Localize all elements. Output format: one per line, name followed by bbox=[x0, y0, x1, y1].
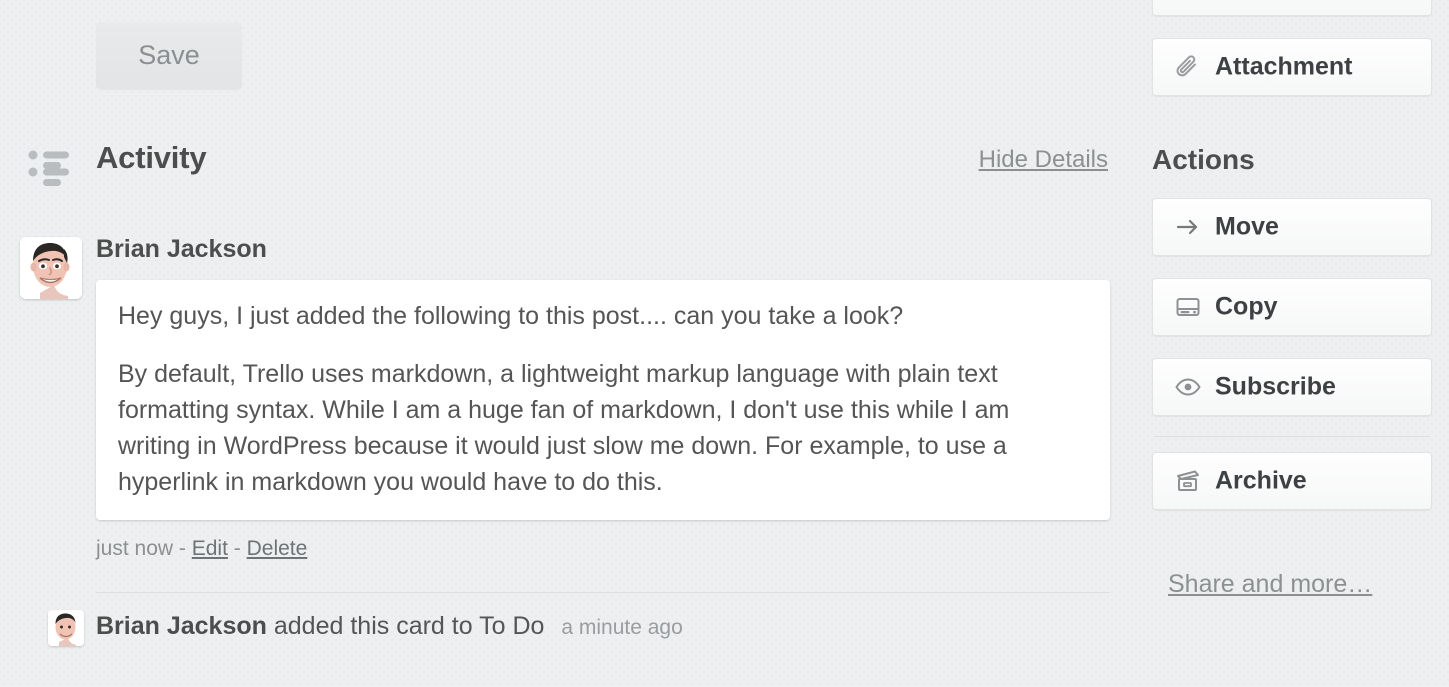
meta-separator: - bbox=[178, 537, 186, 560]
card-detail-view: Save Activity Hide Details Brian Jackson… bbox=[0, 0, 1449, 687]
move-button[interactable]: Move bbox=[1152, 198, 1432, 256]
card-sidebar: Attachment Actions Move Copy Subscribe A… bbox=[1152, 0, 1434, 687]
archive-box-icon bbox=[1175, 468, 1201, 494]
comment-paragraph: By default, Trello uses markdown, a ligh… bbox=[118, 360, 1010, 496]
attachment-button[interactable]: Attachment bbox=[1152, 38, 1432, 96]
activity-entry-author: Brian Jackson bbox=[96, 612, 267, 640]
comment-timestamp: just now bbox=[96, 537, 174, 560]
subscribe-label: Subscribe bbox=[1215, 372, 1336, 401]
sidebar-divider bbox=[1154, 436, 1430, 437]
comment-paragraph: Hey guys, I just added the following to … bbox=[118, 302, 904, 330]
activity-list-icon bbox=[28, 148, 74, 186]
paperclip-icon bbox=[1175, 54, 1201, 80]
activity-divider bbox=[96, 592, 1110, 593]
card-main-column: Save Activity Hide Details Brian Jackson… bbox=[0, 0, 1140, 687]
activity-entry-text: Brian Jackson added this card to To Do a… bbox=[96, 612, 683, 641]
comment-meta: just now - Edit - Delete bbox=[96, 537, 307, 561]
comment-delete-link[interactable]: Delete bbox=[247, 537, 308, 560]
archive-button[interactable]: Archive bbox=[1152, 452, 1432, 510]
attachment-label: Attachment bbox=[1215, 52, 1353, 81]
subscribe-button[interactable]: Subscribe bbox=[1152, 358, 1432, 416]
avatar bbox=[48, 610, 84, 646]
comment-body[interactable]: Hey guys, I just added the following to … bbox=[96, 280, 1110, 520]
activity-title: Activity bbox=[96, 140, 207, 175]
save-button[interactable]: Save bbox=[96, 22, 242, 89]
hide-details-link[interactable]: Hide Details bbox=[979, 146, 1108, 174]
copy-label: Copy bbox=[1215, 292, 1278, 321]
copy-button[interactable]: Copy bbox=[1152, 278, 1432, 336]
comment-author: Brian Jackson bbox=[96, 235, 267, 263]
actions-section-title: Actions bbox=[1152, 144, 1255, 175]
arrow-right-icon bbox=[1175, 214, 1201, 240]
activity-section-header: Activity Hide Details bbox=[0, 140, 1120, 198]
sidebar-button-partial-above[interactable] bbox=[1152, 0, 1432, 16]
archive-label: Archive bbox=[1215, 466, 1307, 495]
copy-card-icon bbox=[1175, 294, 1201, 320]
activity-entry-action: added this card to To Do bbox=[273, 612, 545, 640]
eye-icon bbox=[1175, 374, 1201, 400]
meta-separator: - bbox=[233, 537, 241, 560]
avatar bbox=[20, 237, 82, 299]
activity-entry-time: a minute ago bbox=[561, 616, 683, 639]
activity-entry: Brian Jackson added this card to To Do a… bbox=[0, 608, 1120, 652]
comment-edit-link[interactable]: Edit bbox=[192, 537, 228, 560]
share-and-more-link[interactable]: Share and more… bbox=[1168, 570, 1372, 599]
move-label: Move bbox=[1215, 212, 1279, 241]
